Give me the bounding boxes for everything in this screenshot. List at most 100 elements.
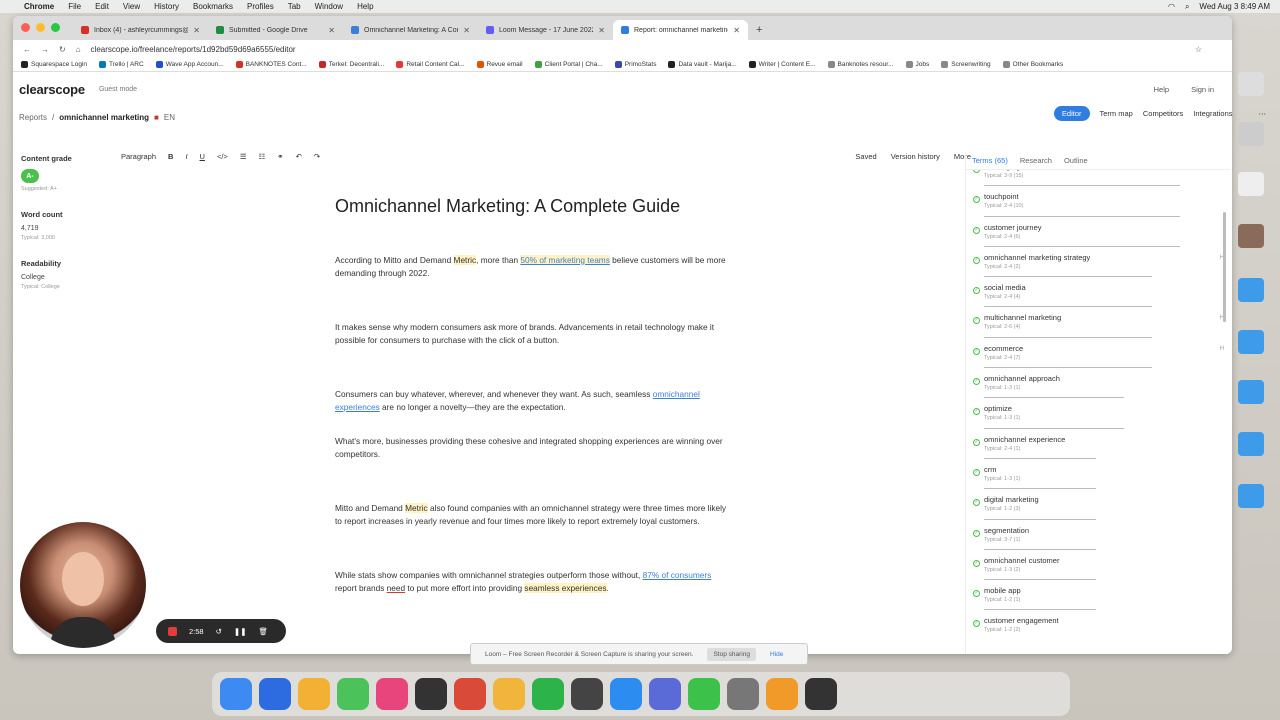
dock-app-icon[interactable] (571, 678, 603, 710)
desktop-file-icon[interactable] (1238, 172, 1264, 196)
desktop-folder-icon[interactable] (1238, 484, 1264, 508)
term-item[interactable]: ✓ omnichannel experience Typical: 2-4 (1) (970, 431, 1230, 461)
link-icon[interactable]: ⚭ (277, 152, 283, 161)
wifi-icon[interactable]: ◠ (1168, 2, 1175, 11)
close-window-button[interactable] (21, 23, 30, 32)
menu-app-name[interactable]: Chrome (24, 2, 54, 11)
numbered-list-icon[interactable]: ☷ (259, 152, 266, 161)
dock-app-icon[interactable] (376, 678, 408, 710)
close-tab-icon[interactable]: ✕ (328, 26, 335, 35)
tab-terms[interactable]: Terms (65) (972, 156, 1008, 165)
home-icon[interactable]: ⌂ (76, 45, 81, 54)
document-body[interactable]: Omnichannel Marketing: A Complete Guide … (335, 197, 735, 596)
url-field[interactable]: clearscope.io/freelance/reports/1d92bd59… (91, 45, 1185, 54)
doc-paragraph[interactable]: According to Mitto and Demand Metric, mo… (335, 254, 735, 281)
menu-profiles[interactable]: Profiles (247, 2, 274, 11)
bookmark[interactable]: Banknotes resour... (827, 61, 894, 68)
term-item[interactable]: ✓ crm Typical: 1-3 (1) (970, 461, 1230, 491)
clearscope-logo[interactable]: clearscope (19, 82, 85, 97)
menu-file[interactable]: File (68, 2, 81, 11)
term-item[interactable]: ✓ omnichannel customer Typical: 1-3 (2) (970, 552, 1230, 582)
doc-paragraph[interactable]: Mitto and Demand Metric also found compa… (335, 502, 735, 529)
bookmark[interactable]: PrimoStats (614, 61, 656, 68)
stop-sharing-button[interactable]: Stop sharing (707, 647, 756, 661)
doc-title[interactable]: Omnichannel Marketing: A Complete Guide (335, 197, 735, 214)
dock-app-icon[interactable] (337, 678, 369, 710)
forward-icon[interactable]: → (41, 45, 49, 54)
bookmark[interactable]: Jobs (905, 61, 929, 68)
close-tab-icon[interactable]: ✕ (193, 26, 200, 35)
dock-app-icon[interactable] (649, 678, 681, 710)
term-item[interactable]: ✓ multichannel marketing Typical: 2-6 (4) H (970, 309, 1230, 339)
underline-icon[interactable]: U (200, 152, 205, 161)
sign-in-link[interactable]: Sign in (1191, 85, 1214, 94)
menu-bookmarks[interactable]: Bookmarks (193, 2, 233, 11)
term-item[interactable]: ✓ omnichannel marketing strategy Typical: … (970, 249, 1230, 279)
term-item[interactable]: ✓ segmentation Typical: 3-7 (1) (970, 522, 1230, 552)
doc-paragraph[interactable]: What's more, businesses providing these … (335, 435, 735, 462)
term-map-tab[interactable]: Term map (1100, 109, 1133, 118)
dock-app-icon[interactable] (259, 678, 291, 710)
bookmark[interactable]: Other Bookmarks (1002, 61, 1063, 68)
desktop-folder-icon[interactable] (1238, 278, 1264, 302)
back-icon[interactable]: ← (23, 45, 31, 54)
tab-drive[interactable]: Submitted - Google Drive ✕ (208, 20, 343, 40)
pause-icon[interactable]: ❚❚ (234, 627, 247, 636)
doc-link[interactable]: 87% of consumers (643, 570, 712, 580)
dock-app-icon[interactable] (766, 678, 798, 710)
bookmark[interactable]: Client Portal | Cha... (534, 61, 603, 68)
tab-loom[interactable]: Loom Message - 17 June 2022 ✕ (478, 20, 613, 40)
code-icon[interactable]: </> (217, 152, 228, 161)
bookmark[interactable]: Revue email (476, 61, 523, 68)
competitors-tab[interactable]: Competitors (1143, 109, 1183, 118)
menu-help[interactable]: Help (357, 2, 373, 11)
more-options-icon[interactable]: ⋯ (1259, 109, 1267, 118)
doc-link[interactable]: 50% of marketing teams (520, 254, 610, 265)
dock-app-icon[interactable] (454, 678, 486, 710)
search-icon[interactable]: ⌕ (1185, 2, 1189, 12)
bookmark[interactable]: Writer | Content E... (748, 61, 816, 68)
bookmark[interactable]: Wave App Accoun... (155, 61, 224, 68)
help-menu[interactable]: Help (1154, 85, 1169, 94)
menu-history[interactable]: History (154, 2, 179, 11)
version-history-button[interactable]: Version history (891, 152, 940, 161)
bookmark[interactable]: Data vault - Marija... (668, 61, 737, 68)
menu-window[interactable]: Window (315, 2, 343, 11)
term-item[interactable]: ✓ ecommerce Typical: 2-4 (7) H (970, 340, 1230, 370)
tab-doc[interactable]: Omnichannel Marketing: A Com ✕ (343, 20, 478, 40)
term-item[interactable]: ✓ customer engagement Typical: 1-2 (2) (970, 612, 1230, 640)
paragraph-select[interactable]: Paragraph (121, 152, 156, 161)
reload-icon[interactable]: ↻ (59, 45, 66, 54)
term-item[interactable]: ✓ customer journey Typical: 2-4 (6) (970, 219, 1230, 249)
tab-gmail[interactable]: Inbox (4) - ashleyrcummings@ ✕ (73, 20, 208, 40)
bookmark[interactable]: Trello | ARC (99, 61, 144, 68)
dock-app-icon[interactable] (805, 678, 837, 710)
tab-research[interactable]: Research (1020, 156, 1052, 165)
menu-view[interactable]: View (123, 2, 140, 11)
minimize-window-button[interactable] (36, 23, 45, 32)
menu-tab[interactable]: Tab (288, 2, 301, 11)
desktop-file-icon[interactable] (1238, 72, 1264, 96)
dock-app-icon[interactable] (532, 678, 564, 710)
menubar-clock[interactable]: Wed Aug 3 8:49 AM (1199, 2, 1270, 11)
close-tab-icon[interactable]: ✕ (598, 26, 605, 35)
doc-paragraph[interactable]: It makes sense why modern consumers ask … (335, 321, 735, 348)
term-item[interactable]: ✓ omnichannel approach Typical: 1-3 (1) (970, 370, 1230, 400)
webcam-bubble[interactable] (20, 522, 146, 648)
star-icon[interactable]: ☆ (1195, 45, 1202, 54)
term-item[interactable]: ✓ messaging Typical: 3-9 (15) (970, 170, 1230, 188)
restart-icon[interactable]: ↺ (216, 627, 222, 636)
dock-app-icon[interactable] (610, 678, 642, 710)
term-item[interactable]: ✓ social media Typical: 2-4 (4) (970, 279, 1230, 309)
term-item[interactable]: ✓ digital marketing Typical: 1-2 (3) (970, 491, 1230, 521)
terms-scrollbar[interactable] (1223, 212, 1226, 322)
doc-paragraph[interactable]: While stats show companies with omnichan… (335, 569, 735, 596)
desktop-folder-icon[interactable] (1238, 432, 1264, 456)
desktop-image-icon[interactable] (1238, 224, 1264, 248)
desktop-folder-icon[interactable] (1238, 330, 1264, 354)
desktop-folder-icon[interactable] (1238, 380, 1264, 404)
dock-app-icon[interactable] (493, 678, 525, 710)
dock-app-icon[interactable] (298, 678, 330, 710)
term-item[interactable]: ✓ optimize Typical: 1-3 (1) (970, 400, 1230, 430)
doc-paragraph[interactable]: Consumers can buy whatever, wherever, an… (335, 388, 735, 415)
